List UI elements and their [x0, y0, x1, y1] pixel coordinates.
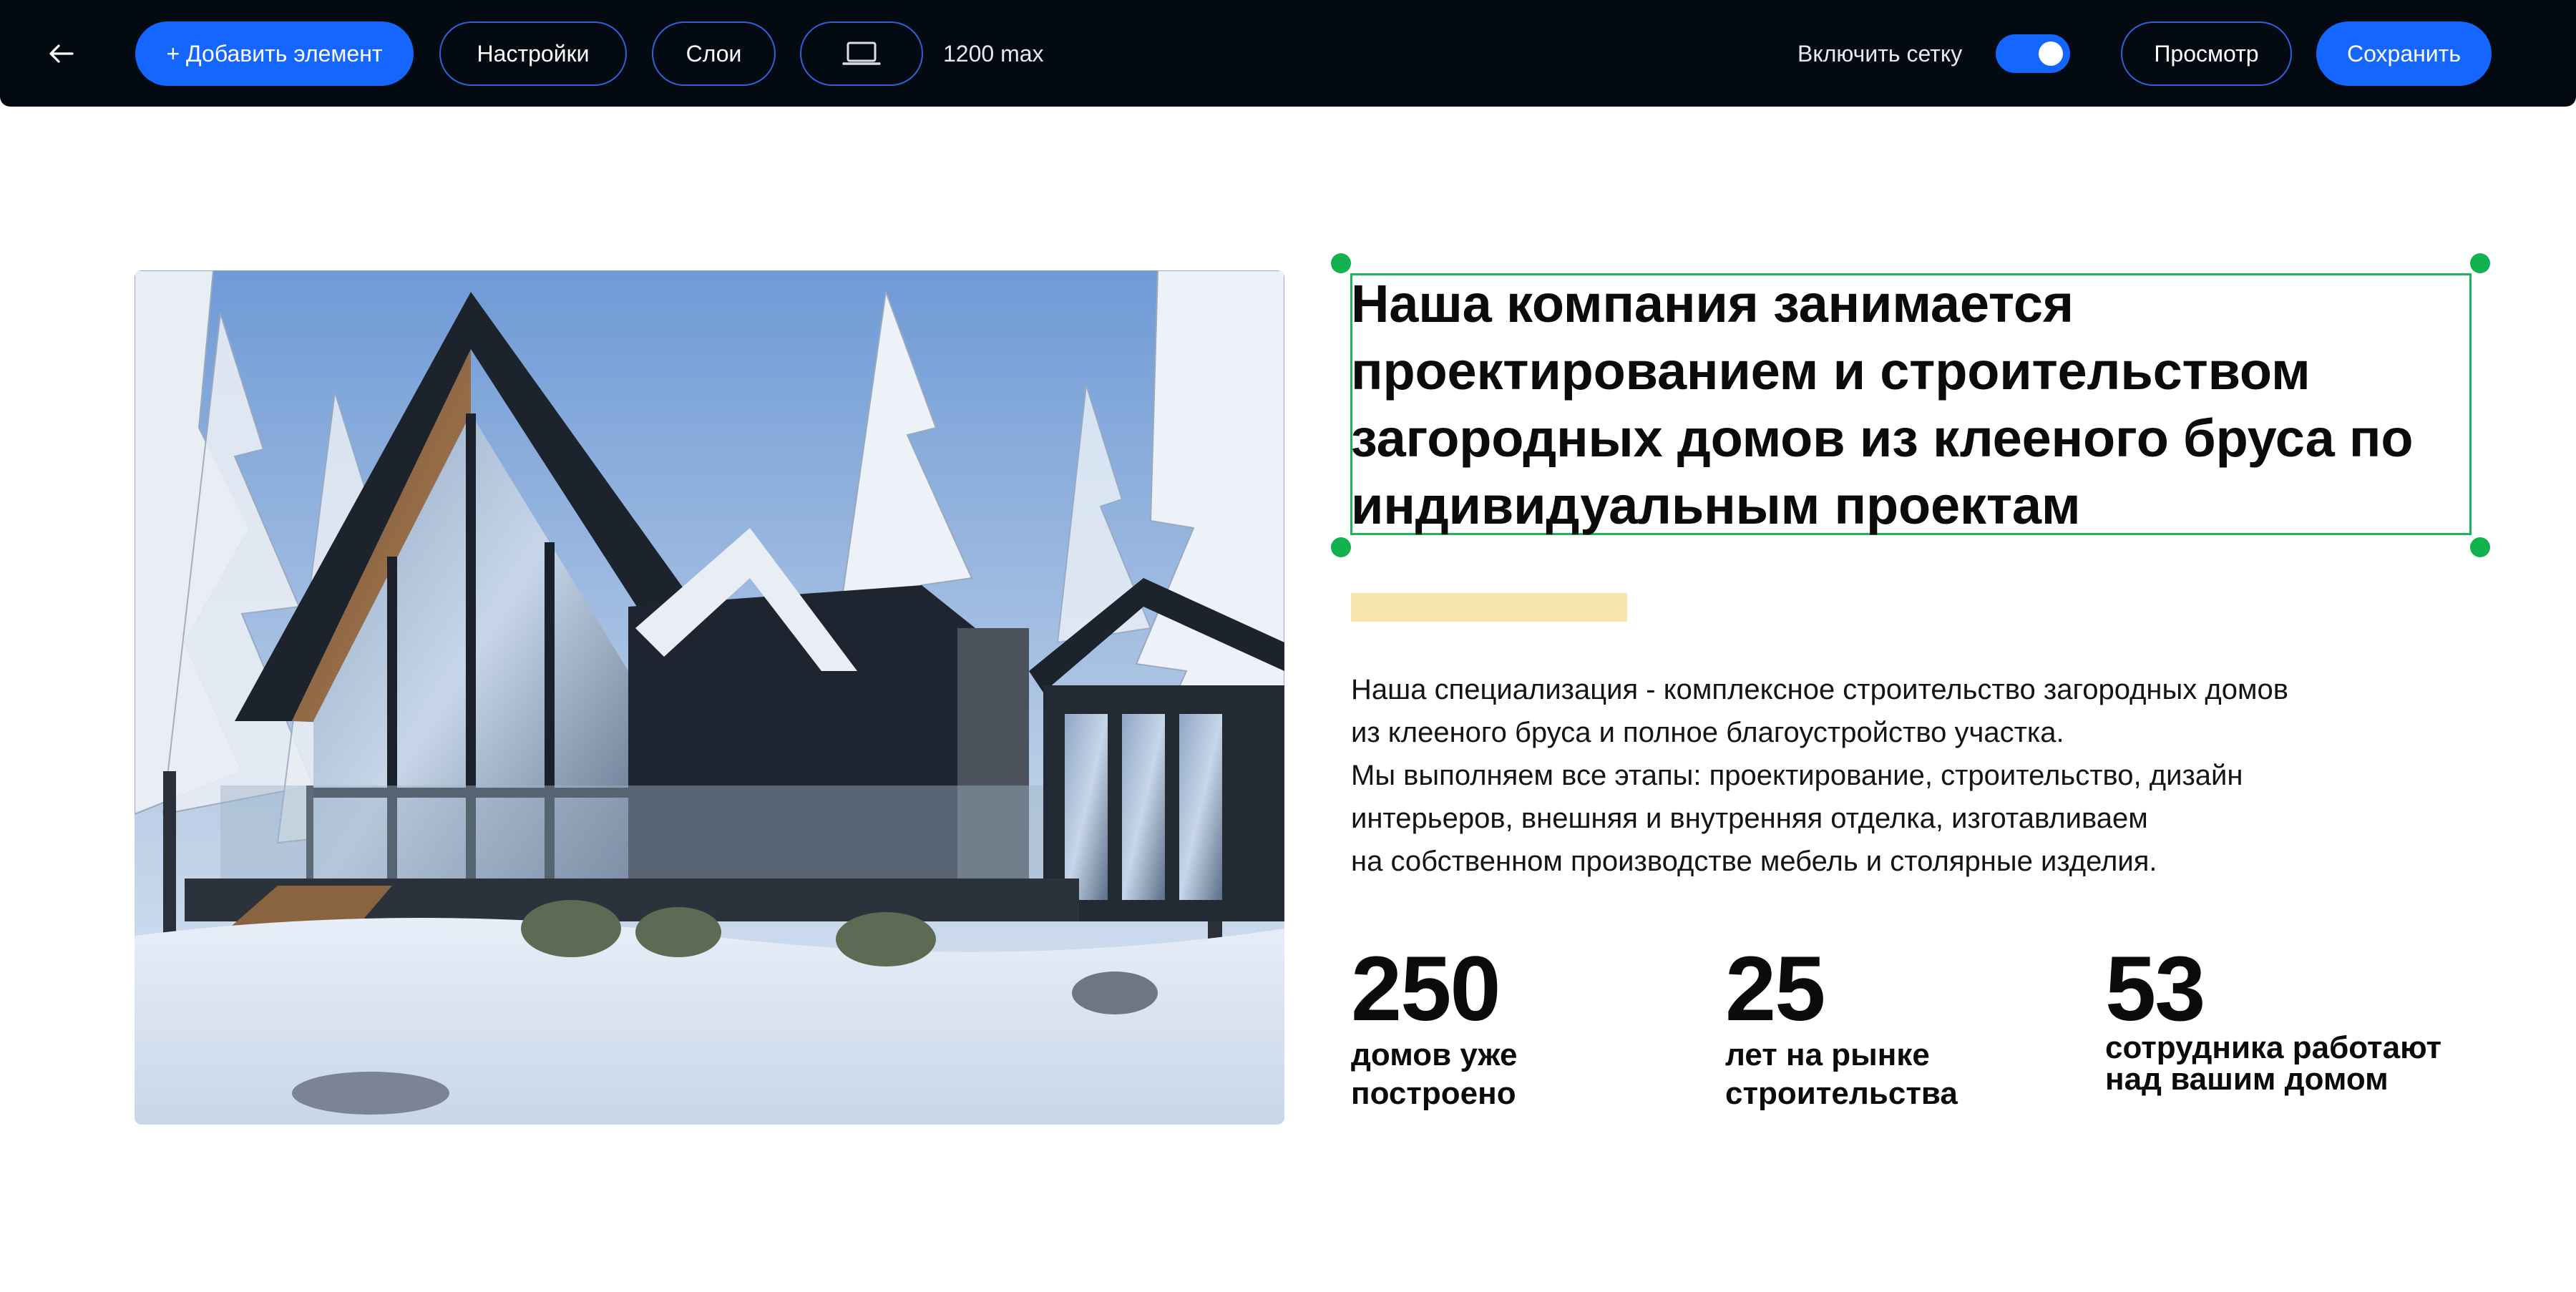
preview-button[interactable]: Просмотр — [2121, 21, 2292, 86]
stat-label: домов уже — [1351, 1037, 1518, 1072]
stat-houses-built[interactable]: 250 домов уже построено — [1351, 943, 1517, 1113]
editor-toolbar: + Добавить элемент Настройки Слои 1200 m… — [0, 0, 2576, 107]
stat-number: 25 — [1725, 938, 1825, 1040]
stat-number: 53 — [2105, 938, 2205, 1040]
device-preview-button[interactable] — [800, 21, 923, 86]
settings-label: Настройки — [477, 40, 590, 67]
save-button[interactable]: Сохранить — [2316, 21, 2492, 86]
section-description[interactable]: Наша специализация - комплексное строите… — [1351, 668, 2453, 883]
stat-years-on-market[interactable]: 25 лет на рынке строительства — [1725, 943, 1958, 1113]
stat-label: построено — [1351, 1076, 1516, 1111]
description-line: на собственном производстве мебель и сто… — [1351, 846, 2157, 877]
grid-toggle-label: Включить сетку — [1797, 41, 1963, 67]
settings-button[interactable]: Настройки — [439, 21, 627, 86]
save-label: Сохранить — [2346, 40, 2461, 67]
canvas-width-label: 1200 max — [943, 41, 1044, 67]
stat-employees[interactable]: 53 сотрудника работают над вашим домом — [2105, 943, 2441, 1099]
description-line: Мы выполняем все этапы: проектирование, … — [1351, 760, 2243, 791]
section-heading[interactable]: Наша компания занимается проектированием… — [1351, 270, 2467, 539]
description-line: из клееного бруса и полное благоустройст… — [1351, 717, 2064, 748]
laptop-icon — [842, 41, 881, 65]
resize-handle-bottom-left[interactable] — [1331, 537, 1351, 557]
description-line: Наша специализация - комплексное строите… — [1351, 674, 2288, 705]
house-image[interactable] — [135, 270, 1284, 1125]
resize-handle-bottom-right[interactable] — [2470, 537, 2490, 557]
add-element-button[interactable]: + Добавить элемент — [135, 21, 414, 86]
accent-bar[interactable] — [1351, 593, 1627, 622]
back-button[interactable] — [29, 26, 93, 82]
stat-number: 250 — [1351, 938, 1501, 1040]
description-line: интерьеров, внешняя и внутренняя отделка… — [1351, 803, 2148, 834]
layers-label: Слои — [686, 40, 742, 67]
arrow-left-icon — [49, 44, 74, 63]
resize-handle-top-left[interactable] — [1331, 253, 1351, 273]
resize-handle-top-right[interactable] — [2470, 253, 2490, 273]
toggle-knob — [2039, 41, 2063, 66]
grid-toggle[interactable] — [1996, 34, 2070, 73]
layers-button[interactable]: Слои — [652, 21, 776, 86]
preview-label: Просмотр — [2154, 40, 2259, 67]
stat-label: лет на рынке — [1725, 1037, 1930, 1072]
stat-label: строительства — [1725, 1076, 1958, 1111]
add-element-label: + Добавить элемент — [166, 40, 383, 67]
